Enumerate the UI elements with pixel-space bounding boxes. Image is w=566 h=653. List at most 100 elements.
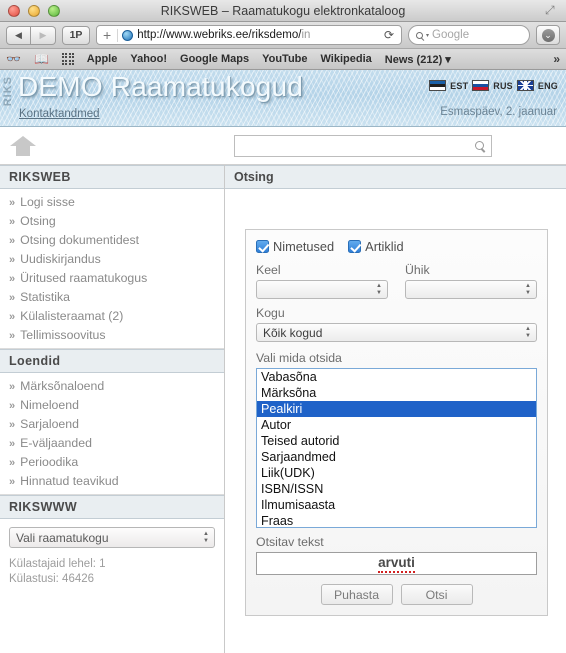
tab-overview-button[interactable]: 1P — [62, 25, 90, 45]
sidebar-item-otsing[interactable]: » Otsing — [0, 211, 224, 230]
checkbox-artiklid-label: Artiklid — [365, 239, 404, 254]
site-nav-strip — [0, 127, 566, 165]
bookmark-youtube[interactable]: YouTube — [262, 53, 307, 65]
bookmark-google-maps[interactable]: Google Maps — [180, 53, 249, 65]
flag-est-icon[interactable] — [429, 80, 447, 91]
search-text-input[interactable]: arvuti — [256, 552, 537, 575]
sidebar-item-uritused-raamatukogus[interactable]: » Üritused raamatukogus — [0, 268, 224, 287]
language-label-rus[interactable]: RUS — [493, 81, 513, 91]
sidebar-section-loendid-title: Loendid — [0, 349, 224, 373]
list-item[interactable]: Vabasõna — [257, 369, 536, 385]
flag-rus-icon[interactable] — [472, 80, 490, 91]
sidebar-section-rikswww-title: RIKSWWW — [0, 495, 224, 519]
list-item[interactable]: Märksõna — [257, 385, 536, 401]
stepper-icon[interactable]: ▲ ▼ — [376, 283, 382, 296]
sidebar-item-label: Külalisteraamat (2) — [20, 308, 124, 323]
bookmark-wikipedia[interactable]: Wikipedia — [321, 53, 372, 65]
select-kogu[interactable]: Kõik kogud ▲ ▼ — [256, 323, 537, 342]
bookmarks-book-icon[interactable]: 📖 — [34, 52, 49, 66]
browser-search-field[interactable]: ▾ Google — [408, 25, 530, 45]
sidebar-item-logi-sisse[interactable]: » Logi sisse — [0, 192, 224, 211]
chevron-down-icon[interactable]: ▾ — [426, 32, 429, 39]
list-item[interactable]: Fraas — [257, 513, 536, 527]
sidebar-item-label: Märksõnaloend — [20, 378, 105, 393]
sidebar-item-label: Uudiskirjandus — [20, 251, 101, 266]
search-icon[interactable] — [475, 141, 484, 150]
stepper-icon[interactable]: ▲ ▼ — [203, 531, 209, 544]
sidebar-section-riksweb-title: RIKSWEB — [0, 165, 224, 189]
close-window-button[interactable] — [8, 4, 20, 17]
page-content: RIKS DEMO Raamatukogud Kontaktandmed EST… — [0, 70, 566, 653]
bookmark-yahoo[interactable]: Yahoo! — [130, 53, 167, 65]
search-button[interactable]: Otsi — [400, 584, 473, 605]
clear-button[interactable]: Puhasta — [320, 584, 393, 605]
sidebar-item-uudiskirjandus[interactable]: » Uudiskirjandus — [0, 249, 224, 268]
search-form: Nimetused Artiklid Keel ▲ ▼ Ühik ▲ ▼ Kog… — [245, 229, 548, 616]
home-body — [16, 145, 30, 156]
list-item[interactable]: Sarjaandmed — [257, 449, 536, 465]
bookmark-apple[interactable]: Apple — [87, 53, 118, 65]
library-select-value: Vali raamatukogu — [16, 530, 109, 545]
sidebar-item-sarjaloend[interactable]: » Sarjaloend — [0, 414, 224, 433]
site-title: DEMO Raamatukogud — [18, 71, 304, 102]
minimize-window-button[interactable] — [28, 4, 40, 17]
sidebar-section-loendid-list: » Märksõnaloend » Nimeloend » Sarjaloend… — [0, 373, 224, 495]
home-icon[interactable] — [10, 135, 36, 157]
riks-watermark: RIKS — [2, 76, 14, 107]
list-item[interactable]: Ilmumisaasta — [257, 497, 536, 513]
library-select[interactable]: Vali raamatukogu ▲ ▼ — [9, 527, 215, 548]
search-field-listbox[interactable]: Vabasõna Märksõna Pealkiri Autor Teised … — [256, 368, 537, 528]
contact-link[interactable]: Kontaktandmed — [19, 108, 100, 120]
sidebar-item-hinnatud-teavikud[interactable]: » Hinnatud teavikud — [0, 471, 224, 490]
maximize-window-button[interactable] — [48, 4, 60, 17]
list-item-selected[interactable]: Pealkiri — [257, 401, 536, 417]
fullscreen-icon[interactable]: ⤢ — [545, 4, 558, 17]
label-vali-mida-otsida: Vali mida otsida — [256, 351, 342, 365]
sidebar-item-perioodika[interactable]: » Perioodika — [0, 452, 224, 471]
language-unit-row: Keel ▲ ▼ Ühik ▲ ▼ — [256, 263, 537, 299]
list-item[interactable]: ISBN/ISSN — [257, 481, 536, 497]
top-search-input[interactable] — [234, 134, 492, 157]
select-kogu-value: Kõik kogud — [263, 325, 323, 340]
bullet-icon: » — [9, 329, 16, 342]
sidebar-item-tellimissoovitus[interactable]: » Tellimissoovitus — [0, 325, 224, 344]
sidebar-item-statistika[interactable]: » Statistika — [0, 287, 224, 306]
url-text: http://www.webriks.ee/riksdemo/in — [137, 29, 311, 41]
stepper-icon[interactable]: ▲ ▼ — [525, 283, 531, 296]
downloads-button[interactable]: ⌄ — [536, 25, 560, 45]
sidebar-item-marksonaloend[interactable]: » Märksõnaloend — [0, 376, 224, 395]
stepper-icon[interactable]: ▲ ▼ — [525, 326, 531, 339]
list-item[interactable]: Autor — [257, 417, 536, 433]
sidebar-item-e-valjaanded[interactable]: » E-väljaanded — [0, 433, 224, 452]
main-panel-title: Otsing — [225, 165, 566, 189]
checkbox-nimetused-label: Nimetused — [273, 239, 335, 254]
flag-eng-icon[interactable] — [516, 80, 534, 91]
address-bar[interactable]: + http://www.webriks.ee/riksdemo/in ⟳ — [96, 25, 402, 45]
reload-icon[interactable]: ⟳ — [381, 28, 397, 42]
checkbox-artiklid[interactable] — [348, 240, 362, 253]
select-keel[interactable]: ▲ ▼ — [256, 280, 388, 299]
language-label-eng[interactable]: ENG — [538, 81, 558, 91]
checkbox-nimetused[interactable] — [256, 240, 269, 253]
search-text-value: arvuti — [378, 555, 415, 573]
sidebar-item-label: Nimeloend — [20, 397, 79, 412]
top-sites-grid-icon[interactable] — [61, 53, 74, 65]
sidebar: RIKSWEB » Logi sisse » Otsing » Otsing d… — [0, 165, 225, 653]
bookmark-news[interactable]: News (212) ▾ — [385, 53, 451, 66]
sidebar-item-otsing-dokumentidest[interactable]: » Otsing dokumentidest — [0, 230, 224, 249]
bullet-icon: » — [9, 380, 16, 393]
list-item[interactable]: Liik(UDK) — [257, 465, 536, 481]
main-content: Otsing Nimetused Artiklid Keel ▲ ▼ Ühik … — [225, 165, 566, 653]
sidebar-item-nimeloend[interactable]: » Nimeloend — [0, 395, 224, 414]
bookmarks-overflow-icon[interactable]: » — [553, 52, 560, 66]
select-yhik[interactable]: ▲ ▼ — [405, 280, 537, 299]
sidebar-item-kulalisteraamat[interactable]: » Külalisteraamat (2) — [0, 306, 224, 325]
new-tab-icon[interactable]: + — [101, 28, 113, 42]
reader-glasses-icon[interactable]: 👓 — [6, 52, 21, 66]
bookmarks-bar: 👓 📖 Apple Yahoo! Google Maps YouTube Wik… — [0, 49, 566, 70]
bullet-icon: » — [9, 456, 16, 469]
back-button[interactable]: ◀ — [6, 25, 31, 45]
language-label-est[interactable]: EST — [450, 81, 468, 91]
forward-button[interactable]: ▶ — [31, 25, 56, 45]
list-item[interactable]: Teised autorid — [257, 433, 536, 449]
